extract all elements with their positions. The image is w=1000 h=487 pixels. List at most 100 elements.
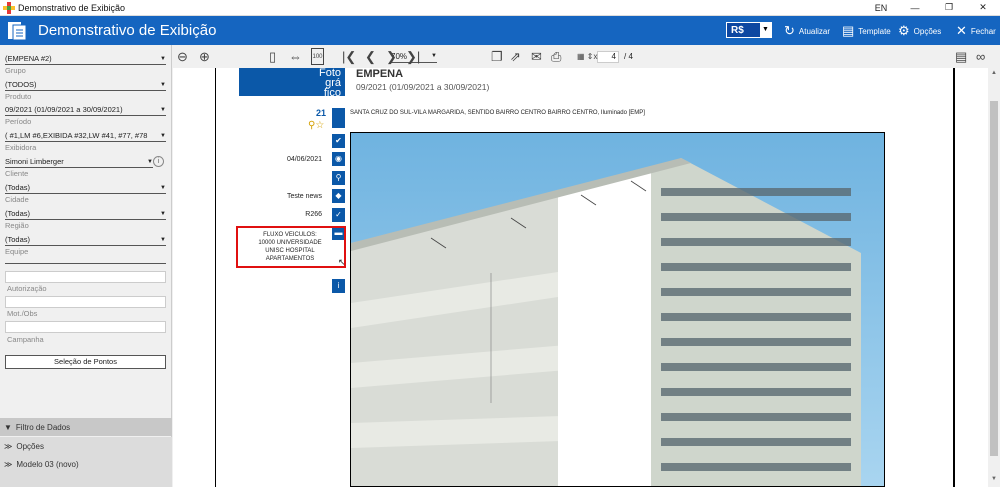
first-page-icon[interactable]: |❮ — [342, 48, 356, 65]
filter-label: Grupo — [5, 66, 26, 75]
restore-button[interactable]: ❐ — [932, 2, 966, 13]
refresh-button[interactable]: ↻ Atualizar — [784, 23, 830, 39]
toggle-label: x — [593, 52, 598, 61]
accordion-modelo[interactable]: ≫ Modelo 03 (novo) — [0, 455, 172, 473]
close-button[interactable]: ✕ Fechar — [956, 23, 996, 39]
accordion-label: Modelo 03 (novo) — [16, 459, 79, 469]
chevron-down-icon[interactable]: ▼ — [160, 56, 166, 62]
print-icon[interactable]: ⎙ — [551, 48, 561, 65]
chevron-down-icon[interactable]: ▼ — [160, 107, 166, 113]
template-label: Template — [858, 26, 891, 36]
filter-periodo[interactable]: 09/2021 (01/09/2021 a 30/09/2021) ▼ Períod… — [5, 104, 166, 126]
star-icon[interactable]: ⚲☆ — [308, 120, 324, 131]
filter-grupo[interactable]: (EMPENA #2) ▼ Grupo — [5, 53, 166, 75]
report-logo: Foto grá fico — [239, 67, 345, 99]
filter-equipe[interactable]: (Todas) ▼ Equipe — [5, 234, 166, 256]
scroll-thumb[interactable] — [990, 101, 998, 456]
filter-panel: (EMPENA #2) ▼ Grupo (TODOS) ▼ Produto 09/202… — [0, 45, 172, 487]
last-page-icon[interactable]: ❯| — [406, 48, 420, 65]
vertical-scrollbar[interactable]: ▲ ▼ — [988, 68, 1000, 487]
filter-produto[interactable]: (TODOS) ▼ Produto — [5, 79, 166, 101]
page-total: / 4 — [624, 52, 633, 61]
zoom-out-icon[interactable]: ⊖ — [177, 48, 188, 65]
chevron-down-icon[interactable]: ▼ — [160, 211, 166, 217]
filter-value: 09/2021 (01/09/2021 a 30/09/2021) — [5, 105, 123, 114]
filter-cidade[interactable]: (Todas) ▼ Cidade — [5, 182, 166, 204]
site-address: SANTA CRUZ DO SUL-VILA MARGARIDA, SENTID… — [350, 110, 645, 116]
check-circle-icon[interactable]: ✔ — [332, 134, 345, 148]
chevron-down-icon[interactable]: ▼ — [160, 82, 166, 88]
prev-page-icon[interactable]: ❮ — [365, 48, 376, 65]
filter-value: (Todas) — [5, 235, 31, 244]
accordion-label: Filtro de Dados — [15, 422, 71, 432]
email-icon[interactable]: ✉ — [531, 48, 542, 65]
location-pin-icon[interactable]: ⚲ — [332, 171, 345, 185]
template-button[interactable]: ▤ Template — [842, 23, 891, 39]
settings-toggle-icon[interactable]: ▦ ⇕ x — [577, 48, 597, 65]
export-icon[interactable]: ⇗ — [510, 48, 521, 65]
accordion-opcoes[interactable]: ≫ Opções — [0, 437, 172, 455]
filter-exibidora[interactable]: ( #1,LM #6,EXIBIDA #32,LW #41, #77, #78 ▼… — [5, 130, 166, 152]
language-indicator[interactable]: EN — [864, 3, 898, 13]
divider — [5, 263, 166, 264]
fit-width-icon[interactable]: ⇔ — [289, 48, 302, 65]
currency-select[interactable]: R$ ▼ — [726, 22, 772, 38]
accordion-filtro-dados[interactable]: ▼ Filtro de Dados — [0, 418, 172, 436]
select-points-button[interactable]: Seleção de Pontos — [5, 355, 166, 369]
chevron-double-icon: ≫ — [4, 459, 13, 469]
autorizacao-input[interactable] — [5, 296, 166, 308]
info-icon[interactable]: i — [153, 156, 164, 167]
app-header: Demonstrativo de Exibição R$ ▼ ↻ Atualiza… — [0, 16, 1000, 45]
filter-value: ( #1,LM #6,EXIBIDA #32,LW #41, #77, #78 — [5, 131, 148, 140]
mot-obs-input[interactable] — [5, 321, 166, 333]
scroll-up-icon[interactable]: ▲ — [988, 70, 1000, 76]
gear-icon: ⚙ — [898, 23, 910, 38]
site-number: 21 — [316, 108, 327, 118]
checkmark-icon[interactable]: ✓ — [332, 208, 345, 222]
glasses-icon[interactable]: ∞ — [976, 48, 985, 65]
tag-icon[interactable]: ◆ — [332, 189, 345, 203]
page-number-input[interactable]: 4 — [597, 51, 619, 63]
chevron-down-icon[interactable]: ▼ — [160, 185, 166, 191]
close-window-button[interactable]: ✕ — [966, 2, 1000, 13]
actual-size-icon[interactable]: 100 — [311, 48, 324, 65]
info-icon[interactable]: i — [332, 279, 345, 293]
mot-obs-label: Mot./Obs — [7, 309, 38, 318]
report-title: EMPENA — [356, 68, 404, 80]
report-page: Foto grá fico EMPENA 09/2021 (01/09/2021… — [215, 68, 955, 487]
text-input-1[interactable] — [5, 271, 166, 283]
filter-label: Cidade — [5, 195, 29, 204]
campanha-label: Campanha — [7, 335, 44, 344]
currency-value: R$ — [731, 24, 744, 36]
chevron-down-icon[interactable]: ▼ — [160, 133, 166, 139]
camera-icon[interactable]: ◉ — [332, 152, 345, 166]
zoom-in-icon[interactable]: ⊕ — [199, 48, 210, 65]
minimize-button[interactable]: — — [898, 3, 932, 13]
chevron-down-icon[interactable]: ▼ — [160, 237, 166, 243]
report-period: 09/2021 (01/09/2021 a 30/09/2021) — [356, 82, 490, 92]
options-label: Opções — [913, 26, 942, 36]
title-bar: Demonstrativo de Exibição EN — ❐ ✕ — [0, 0, 1000, 16]
chevron-down-icon[interactable]: ▼ — [431, 53, 437, 59]
chevron-down-icon[interactable]: ▼ — [760, 23, 771, 37]
page-title: Demonstrativo de Exibição — [38, 22, 217, 39]
filter-regiao[interactable]: (Todas) ▼ Região — [5, 208, 166, 230]
page-icon[interactable]: ▯ — [269, 48, 276, 65]
close-label: Fechar — [970, 26, 996, 36]
filter-label: Período — [5, 117, 32, 126]
document-view-icon[interactable]: ▤ — [955, 48, 967, 65]
filter-label: Equipe — [5, 247, 29, 256]
logo-text: Foto grá fico — [318, 67, 341, 99]
filter-value: (Todas) — [5, 183, 31, 192]
next-page-icon[interactable]: ❯ — [386, 48, 397, 65]
filter-label: Cliente — [5, 169, 29, 178]
filter-label: Produto — [5, 92, 32, 101]
close-icon: ✕ — [956, 23, 967, 38]
filter-value: Simoni Limberger — [5, 157, 64, 166]
scroll-down-icon[interactable]: ▼ — [988, 476, 1000, 482]
copy-icon[interactable]: ❐ — [491, 48, 503, 65]
filter-icon: ▼ — [4, 422, 12, 432]
options-button[interactable]: ⚙ Opções — [898, 23, 941, 39]
accordion-label: Opções — [16, 441, 44, 451]
filter-cliente[interactable]: Simoni Limberger ▼ Cliente — [5, 156, 153, 178]
